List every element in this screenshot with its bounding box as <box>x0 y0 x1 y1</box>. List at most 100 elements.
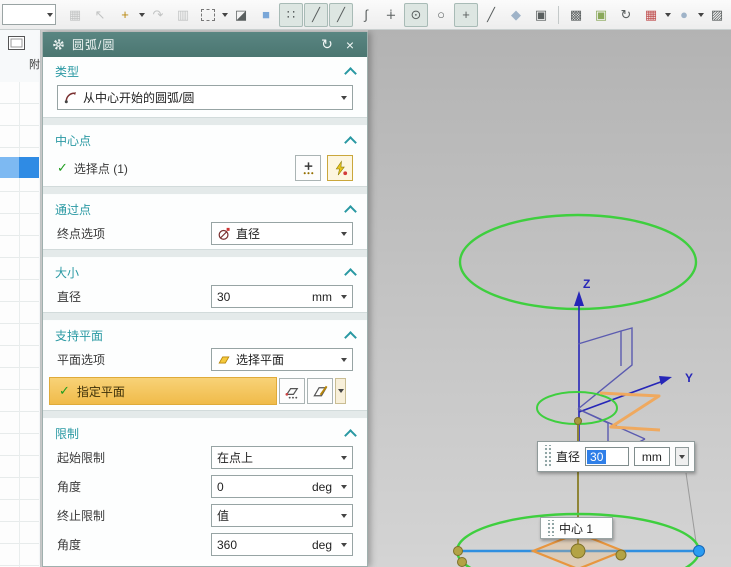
end-limit-caret <box>341 513 347 518</box>
endpoint-option-value: 直径 <box>236 227 261 241</box>
isometric-cube-icon[interactable]: ◪ <box>229 3 253 27</box>
grid-view-dropdown-caret[interactable] <box>665 12 671 17</box>
end-angle-field[interactable]: 360 deg <box>211 533 353 556</box>
start-angle-field[interactable]: 0 deg <box>211 475 353 498</box>
edge-glyph: ▨ <box>710 6 724 22</box>
render-style-icon[interactable]: ● <box>672 3 696 27</box>
selection-rect-dropdown-caret[interactable] <box>222 12 228 17</box>
section-header-support-plane[interactable]: 支持平面 <box>43 321 367 346</box>
plane-edit-icon <box>312 385 327 396</box>
snap-point-button[interactable] <box>327 155 353 181</box>
spline-glyph: ∫ <box>364 7 368 22</box>
collapse-chevron-icon[interactable] <box>344 331 357 344</box>
plane-option-value: 选择平面 <box>236 353 285 367</box>
circle-tool-icon[interactable]: ○ <box>429 3 453 27</box>
section-header-type[interactable]: 类型 <box>43 57 367 82</box>
end-angle-value: 360 <box>217 537 238 552</box>
endpoint-option-row: 终点选项 直径 <box>43 220 367 249</box>
start-angle-caret[interactable] <box>341 484 347 489</box>
dimension-unit-box[interactable]: mm <box>633 447 670 466</box>
end-angle-row: 角度 360 deg <box>43 531 367 560</box>
section-header-through-point[interactable]: 通过点 <box>43 195 367 220</box>
viewport-canvas[interactable]: Z Y <box>368 30 731 567</box>
plus-tool-icon[interactable]: + <box>454 2 478 27</box>
block-icon[interactable]: ■ <box>254 3 278 27</box>
diameter-unit-caret[interactable] <box>341 294 347 299</box>
arc-center-tool-icon[interactable]: ⊙ <box>404 2 428 27</box>
specify-plane-highlight[interactable]: ✓ 指定平面 <box>49 377 277 405</box>
plane-option-dropdown[interactable]: 选择平面 <box>211 348 353 371</box>
view-combo[interactable] <box>2 4 56 25</box>
dimension-box-drag-grip[interactable] <box>543 445 551 468</box>
point-tool-icon[interactable]: ∔ <box>379 3 403 27</box>
dialog-titlebar[interactable]: 圆弧/圆 ↻ × <box>43 32 367 57</box>
window-grid-icon[interactable] <box>8 36 25 50</box>
check-icon: ✓ <box>57 160 68 175</box>
line-tool-icon[interactable]: ╱ <box>304 2 328 27</box>
sheet-tool-icon[interactable]: ▣ <box>529 3 553 27</box>
solid-tool-icon[interactable]: ◆ <box>504 3 528 27</box>
navigator-row-list[interactable] <box>0 82 39 567</box>
block-glyph: ■ <box>262 7 270 22</box>
dialog-reset-button[interactable]: ↻ <box>319 36 335 53</box>
edge-display-icon[interactable]: ▨ <box>705 3 729 27</box>
graphics-viewport[interactable]: Z Y 直径 30 mm 中心 1 <box>368 30 731 567</box>
move-tool-icon[interactable]: ↖ <box>88 3 112 27</box>
navigator-selected-row[interactable] <box>0 157 39 178</box>
type-dropdown[interactable]: 从中心开始的圆弧/圆 <box>57 85 353 110</box>
collapse-chevron-icon[interactable] <box>344 67 357 80</box>
selection-rect-icon[interactable] <box>196 3 220 27</box>
arc-center-glyph: ⊙ <box>410 6 422 22</box>
collapse-chevron-icon[interactable] <box>344 136 357 149</box>
toolbar-separator <box>558 5 559 24</box>
solid-glyph: ◆ <box>511 6 521 22</box>
select-point-row[interactable]: ✓ 选择点 (1) <box>43 151 367 186</box>
add-point-dropdown-caret[interactable] <box>139 12 145 17</box>
point-dialog-button[interactable] <box>295 155 321 181</box>
type-dropdown-caret <box>341 95 347 100</box>
refresh-icon[interactable]: ↻ <box>614 3 638 27</box>
plane-options-mini-dropdown[interactable] <box>335 378 346 404</box>
end-angle-caret[interactable] <box>341 542 347 547</box>
collapse-chevron-icon[interactable] <box>344 268 357 281</box>
region-select-icon[interactable]: ▩ <box>564 3 588 27</box>
selected-value-text: 30 <box>587 449 607 464</box>
endpoint-option-dropdown[interactable]: 直径 <box>211 222 353 245</box>
region-glyph: ▩ <box>569 6 583 22</box>
diameter-value-field[interactable]: 30 mm <box>211 285 353 308</box>
axis-handle-top-ball[interactable] <box>574 417 582 425</box>
point-set-icon[interactable]: ∷ <box>279 2 303 27</box>
start-limit-dropdown[interactable]: 在点上 <box>211 446 353 469</box>
center-point-tag[interactable]: 中心 1 <box>540 517 613 539</box>
arc-circle-dialog: 圆弧/圆 ↻ × 类型 从中心开始的圆弧/圆 中心点 ✓ 选择点 (1) 通过点… <box>42 32 368 567</box>
line-tool-2-icon[interactable]: ╱ <box>329 2 353 27</box>
plane-constructor-button[interactable] <box>307 378 333 404</box>
align-tool-icon[interactable]: ▥ <box>171 3 195 27</box>
render-style-dropdown-caret[interactable] <box>698 12 704 17</box>
diameter-option-icon <box>218 227 230 240</box>
snapshot-icon[interactable]: ▣ <box>589 3 613 27</box>
diameter-drag-point[interactable] <box>693 545 705 557</box>
end-limit-dropdown[interactable]: 值 <box>211 504 353 527</box>
select-point-label: 选择点 (1) <box>73 161 128 176</box>
section-header-limits[interactable]: 限制 <box>43 419 367 444</box>
end-limit-value: 值 <box>217 509 230 523</box>
center-tag-drag-grip[interactable] <box>546 520 554 536</box>
spline-tool-icon[interactable]: ∫ <box>354 3 378 27</box>
collapse-chevron-icon[interactable] <box>344 429 357 442</box>
section-header-center-point[interactable]: 中心点 <box>43 126 367 151</box>
diameter-row: 直径 30 mm <box>43 283 367 312</box>
line2-glyph: ╱ <box>337 6 345 22</box>
collapse-chevron-icon[interactable] <box>344 205 357 218</box>
section-header-size[interactable]: 大小 <box>43 258 367 283</box>
add-point-tool-icon[interactable]: + <box>113 3 137 27</box>
pattern-tool-icon[interactable]: ▦ <box>63 3 87 27</box>
diagonal-tool-icon[interactable]: ╱ <box>479 3 503 27</box>
dashed-box-glyph <box>201 8 215 21</box>
dialog-close-button[interactable]: × <box>342 37 358 53</box>
dimension-value-input[interactable]: 30 <box>585 447 629 466</box>
rotate-tool-icon[interactable]: ↷ <box>146 3 170 27</box>
grid-view-icon[interactable]: ▦ <box>639 3 663 27</box>
plane-dialog-button[interactable] <box>279 378 305 404</box>
dimension-unit-dropdown[interactable] <box>674 447 689 466</box>
